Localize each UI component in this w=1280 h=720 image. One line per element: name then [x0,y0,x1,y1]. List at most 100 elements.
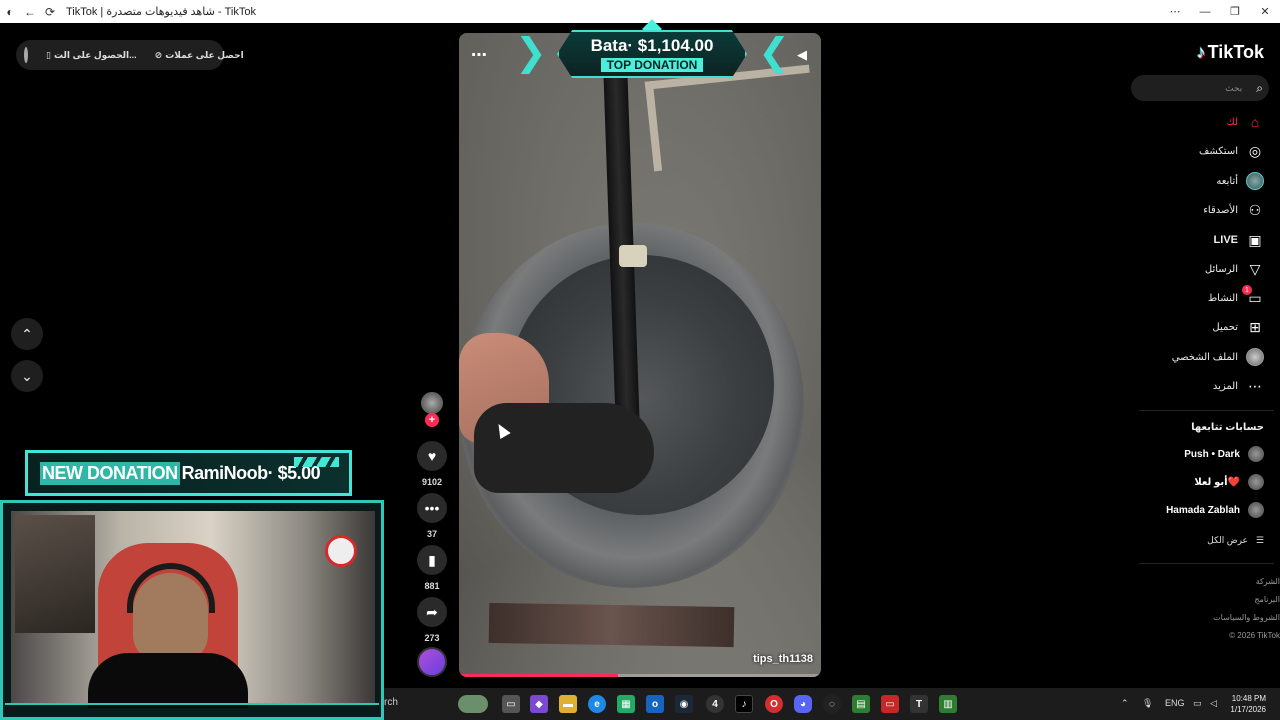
comment-action[interactable]: ••• 37 [414,493,450,539]
bookmark-icon[interactable]: ▮ [417,545,447,575]
store-icon[interactable]: ▦ [617,695,635,713]
back-icon[interactable]: ← [20,0,40,23]
windows-taskbar: rch ▭ ◆ ▬ e ▦ o ◉ 4 ♪ O ◕ ◌ ▤ ▭ T ▥ ⌃ 🎙 … [384,688,1280,720]
sidebar-item-messages[interactable]: الرسائل ▽ [1205,258,1264,280]
tiktok-logo[interactable]: ♪ TikTok [1197,42,1264,63]
browser-title-bar: ◐ ← ⟳ TikTok | شاهد فيديوهات متصدرة - Ti… [0,0,1280,23]
search-icon[interactable]: ⌕ [1256,81,1263,96]
phone-icon: ▯ [46,49,51,60]
compass-icon: ◎ [1248,142,1262,159]
share-icon[interactable]: ➦ [417,597,447,627]
comment-count: 37 [426,529,437,539]
tf-app-icon[interactable]: T [910,695,928,713]
upload-icon: ⊞ [1249,318,1261,335]
new-donation-label: NEW DONATION [40,461,180,485]
footer-link-terms[interactable]: الشروط والسياسات [1213,609,1280,627]
save-action[interactable]: ▮ 881 [414,545,450,591]
search-input[interactable]: بحث ⌕ [1131,75,1269,101]
sheets-icon[interactable]: ▥ [939,695,957,713]
music-disc-icon[interactable] [417,647,447,677]
sidebar-item-label: المزيد [1212,380,1238,392]
reload-icon[interactable]: ⟳ [40,0,60,23]
chevron-up-icon[interactable]: ⌃ [1121,698,1129,709]
sidebar-item-following[interactable]: أتابعه [1216,170,1264,192]
more-options-icon[interactable]: ⋯ [471,45,488,65]
sidebar-item-label: أتابعه [1216,175,1238,187]
next-video-button[interactable]: ⌄ [11,360,43,392]
file-explorer-icon[interactable]: ▬ [559,695,577,713]
sidebar-item-upload[interactable]: تحميل ⊞ [1212,316,1264,338]
discord-icon[interactable]: ◕ [794,695,812,713]
creator-avatar[interactable] [421,392,443,414]
followed-account[interactable]: Hamada Zablah [1166,501,1264,519]
taskbar-search-text[interactable]: rch [384,697,398,708]
following-accounts-heading: حسابات تتابعها [1191,422,1264,433]
previous-video-button[interactable]: ⌃ [11,318,43,350]
webcam-overlay [0,500,384,720]
more-icon: ⋯ [1248,377,1262,394]
language-indicator[interactable]: ENG [1165,698,1185,708]
obs-icon[interactable]: ◌ [823,695,841,713]
see-all-label: عرض الكل [1207,534,1248,545]
account-name: Hamada Zablah [1166,504,1240,516]
opera-icon[interactable]: O [765,695,783,713]
followed-account[interactable]: Push • Dark [1184,445,1264,463]
sidebar-item-label: النشاط [1207,292,1238,304]
volume-icon[interactable]: ◁ [1210,698,1217,709]
sidebar-item-explore[interactable]: استكشف ◎ [1199,140,1264,162]
sidebar-item-live[interactable]: LIVE ▣ [1214,229,1264,251]
decorative-stripes [294,457,339,467]
app-4k-icon[interactable]: 4 [706,695,724,713]
sidebar-item-friends[interactable]: الأصدقاء ⚇ [1203,199,1264,221]
heart-icon[interactable]: ♥ [417,441,447,471]
tiktok-taskbar-icon[interactable]: ♪ [735,695,753,713]
video-player[interactable]: ⋯ ◀ tips_th1138 [459,33,821,677]
get-coins-button[interactable]: ⊘ احصل على عملات [155,50,244,61]
sidebar-item-profile[interactable]: الملف الشخصي [1172,346,1264,368]
chevron-right-icon: ❯ [515,32,547,74]
home-icon: ⌂ [1250,114,1260,130]
clock-time: 10:48 PM [1231,694,1266,703]
avatar [1248,474,1264,490]
sidebar-item-for-you[interactable]: لك ⌂ [1227,111,1264,133]
footer-link-company[interactable]: الشركة [1213,573,1280,591]
sidebar-item-more[interactable]: المزيد ⋯ [1213,375,1264,397]
like-action[interactable]: ♥ 9102 [414,441,450,487]
copilot-icon[interactable]: ◆ [530,695,548,713]
get-app-button[interactable]: ▯ الحصول على الت... [46,50,137,61]
avatar[interactable] [24,47,28,63]
microphone-icon[interactable]: 🎙 [1142,698,1153,709]
footer-links: الشركة البرنامج الشروط والسياسات © 2026 … [1213,573,1280,645]
new-donation-overlay: NEW DONATION RamiNoob· $5.00 [25,450,352,496]
system-clock[interactable]: 10:48 PM 1/17/2026 [1230,693,1266,715]
video-progress-bar[interactable] [459,674,821,677]
network-icon[interactable]: ▭ [1193,698,1202,709]
chevron-left-icon: ❮ [758,32,790,74]
edge-icon[interactable]: e [588,695,606,713]
close-button[interactable]: ✕ [1250,0,1280,23]
comment-icon[interactable]: ••• [417,493,447,523]
share-action[interactable]: ➦ 273 [414,597,450,643]
clock-date: 1/17/2026 [1230,705,1266,714]
sidebar-item-activity[interactable]: النشاط ▭ 1 [1207,285,1264,309]
see-all-link[interactable]: عرض الكل ☰ [1207,533,1264,547]
video-username[interactable]: tips_th1138 [753,653,813,665]
volume-icon[interactable]: ◀ [797,47,807,63]
minimize-button[interactable]: — [1190,0,1220,23]
task-view-icon[interactable]: ▭ [502,695,520,713]
restore-button[interactable]: ❐ [1220,0,1250,23]
followed-account[interactable]: أبو لعلا❤️ [1194,473,1264,491]
footer-link-program[interactable]: البرنامج [1213,591,1280,609]
widgets-icon[interactable] [458,695,488,713]
outlook-icon[interactable]: o [646,695,664,713]
chat-app-icon[interactable]: ▤ [852,695,870,713]
follow-plus-icon[interactable]: + [425,413,439,427]
notification-badge: 1 [1242,285,1252,295]
sidebar-item-label: الأصدقاء [1203,204,1238,216]
menu-button[interactable]: ⋯ [1160,0,1190,23]
sidebar-item-label: الرسائل [1204,263,1238,275]
activity-icon: ▭ 1 [1242,285,1264,307]
media-app-icon[interactable]: ▭ [881,695,899,713]
top-actions-pill: ▯ الحصول على الت... ⊘ احصل على عملات [16,40,244,70]
steam-icon[interactable]: ◉ [675,695,693,713]
